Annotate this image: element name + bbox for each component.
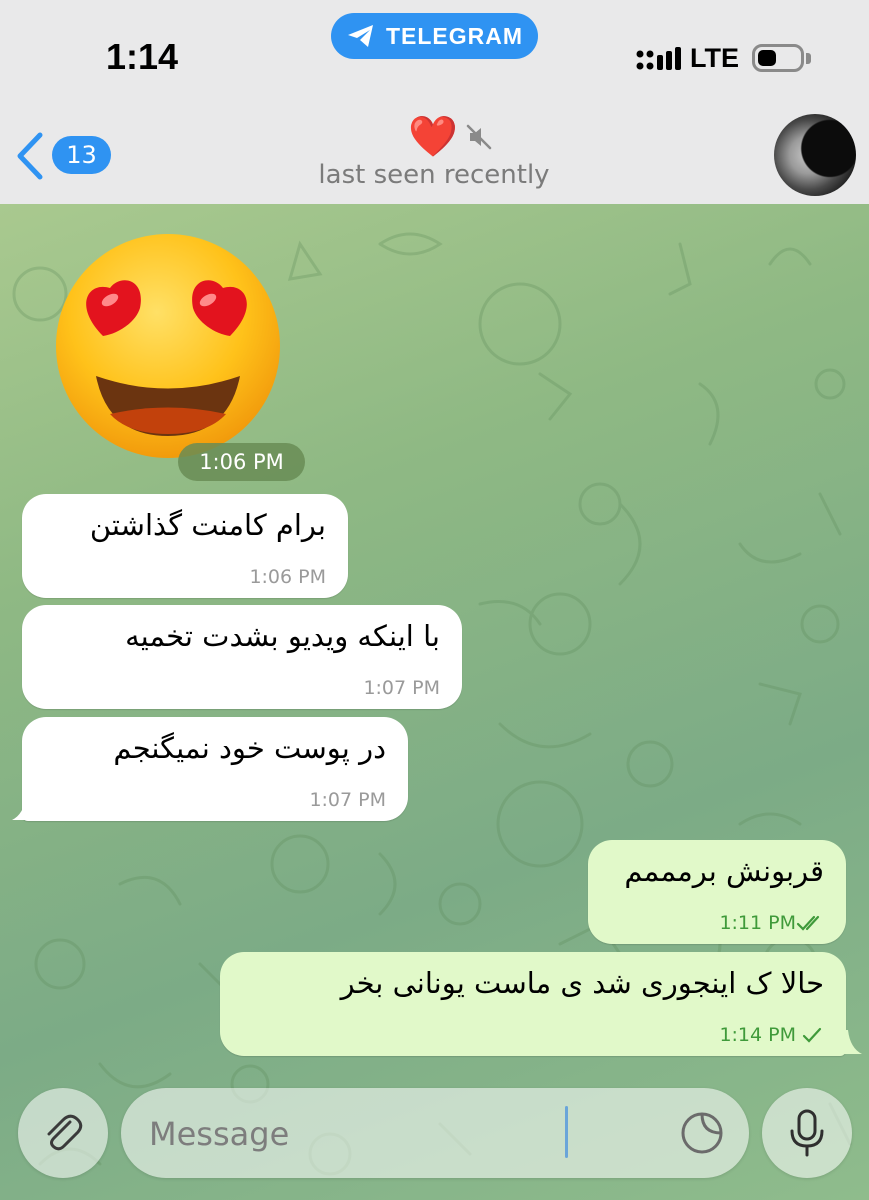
bubble-tail [12, 796, 36, 820]
message-bubble-outgoing[interactable]: قربونش برمممم 1:11 PM [588, 840, 846, 944]
status-bar: 1:14 TELEGRAM LTE [0, 0, 869, 104]
signal-strength-icon [636, 47, 681, 70]
battery-level [758, 50, 776, 66]
text-cursor [565, 1106, 568, 1158]
sticker-icon [681, 1112, 723, 1154]
voice-record-button[interactable] [762, 1088, 852, 1178]
message-input[interactable] [147, 1110, 571, 1158]
message-time: 1:06 PM [249, 566, 326, 588]
microphone-icon [790, 1109, 824, 1157]
telegram-icon [347, 25, 373, 47]
message-bubble-incoming[interactable]: با اینکه ویدیو بشدت تخمیه 1:07 PM [22, 605, 462, 709]
last-seen-status: last seen recently [318, 160, 550, 190]
heart-emoji: ❤️ [408, 114, 458, 160]
heart-eyes-sticker[interactable] [48, 226, 288, 466]
message-bubble-outgoing[interactable]: حالا ک اینجوری شد ی ماست یونانی بخر 1:14… [220, 952, 846, 1056]
message-time: 1:14 PM [719, 1024, 796, 1046]
network-type: LTE [690, 43, 739, 73]
message-input-container[interactable] [121, 1088, 749, 1178]
paperclip-icon [47, 1114, 83, 1151]
message-bubble-incoming[interactable]: در پوست خود نمیگنجم 1:07 PM [22, 717, 408, 821]
return-to-app-pill[interactable]: TELEGRAM [331, 13, 538, 59]
single-check-icon [802, 1027, 822, 1043]
chat-title[interactable]: ❤️ [400, 112, 500, 162]
message-time: 1:11 PM [719, 912, 796, 934]
message-text: در پوست خود نمیگنجم [113, 731, 386, 765]
bubble-tail [838, 1030, 862, 1054]
message-text: با اینکه ویدیو بشدت تخمیه [125, 619, 440, 653]
message-bubble-incoming[interactable]: برام کامنت گذاشتن 1:06 PM [22, 494, 348, 598]
battery-tip [806, 53, 811, 64]
muted-speaker-icon [466, 124, 492, 150]
message-text: برام کامنت گذاشتن [89, 508, 326, 542]
attach-button[interactable] [18, 1088, 108, 1178]
message-time: 1:07 PM [363, 677, 440, 699]
contact-avatar[interactable] [774, 114, 856, 196]
chevron-left-icon [17, 132, 43, 180]
sticker-button[interactable] [675, 1106, 729, 1160]
message-text: حالا ک اینجوری شد ی ماست یونانی بخر [340, 966, 824, 1000]
status-time: 1:14 [106, 36, 179, 77]
double-check-icon [796, 915, 820, 931]
unread-count-badge[interactable]: 13 [52, 136, 111, 174]
sticker-timestamp: 1:06 PM [178, 443, 305, 481]
message-text: قربونش برمممم [624, 854, 824, 888]
chat-background: 1:06 PM برام کامنت گذاشتن 1:06 PM با این… [0, 204, 869, 1200]
app-pill-label: TELEGRAM [385, 22, 524, 49]
battery-icon [752, 44, 804, 72]
message-time: 1:07 PM [309, 789, 386, 811]
